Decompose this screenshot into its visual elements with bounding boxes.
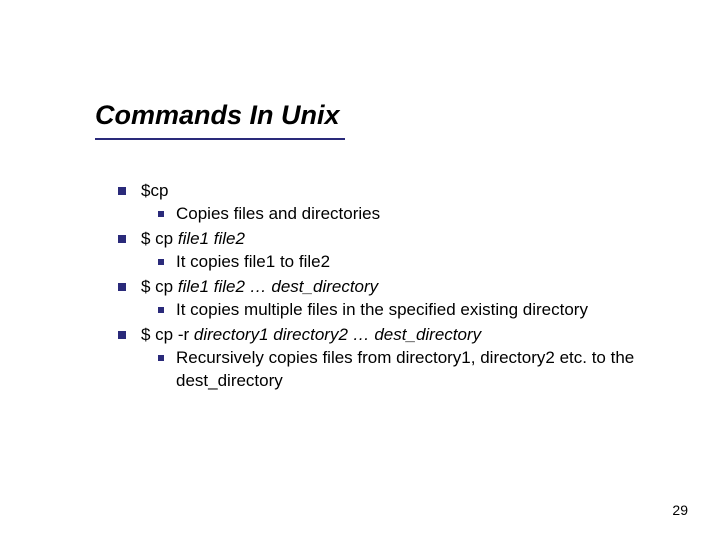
square-bullet-icon	[158, 211, 164, 217]
slide-title: Commands In Unix	[95, 100, 340, 131]
item-heading: $ cp file1 file2	[141, 228, 680, 251]
heading-part: $ cp	[141, 277, 178, 296]
square-bullet-icon	[118, 331, 126, 339]
item-heading: $ cp -r directory1 directory2 … dest_dir…	[141, 324, 680, 347]
square-bullet-icon	[158, 355, 164, 361]
list-item: $ cp file1 file2 … dest_directory It cop…	[118, 276, 680, 322]
list-item: $ cp file1 file2 It copies file1 to file…	[118, 228, 680, 274]
sub-item: It copies file1 to file2	[158, 251, 680, 274]
title-underline	[95, 138, 345, 140]
heading-part: $ cp -r	[141, 325, 194, 344]
heading-part: file1 file2	[178, 229, 245, 248]
item-heading: $cp	[141, 180, 680, 203]
sub-item: Recursively copies files from directory1…	[158, 347, 680, 393]
sub-text: It copies file1 to file2	[176, 251, 680, 274]
square-bullet-icon	[158, 307, 164, 313]
sub-text: It copies multiple files in the specifie…	[176, 299, 680, 322]
sub-text: Copies files and directories	[176, 203, 680, 226]
square-bullet-icon	[118, 283, 126, 291]
item-heading: $ cp file1 file2 … dest_directory	[141, 276, 680, 299]
sub-item: Copies files and directories	[158, 203, 680, 226]
heading-part: $ cp	[141, 229, 178, 248]
list-item: $ cp -r directory1 directory2 … dest_dir…	[118, 324, 680, 393]
slide: Commands In Unix $cp Copies files and di…	[0, 0, 720, 540]
square-bullet-icon	[118, 187, 126, 195]
sub-item: It copies multiple files in the specifie…	[158, 299, 680, 322]
heading-part: directory1 directory2 … dest_directory	[194, 325, 481, 344]
sub-text: Recursively copies files from directory1…	[176, 347, 680, 393]
slide-content: $cp Copies files and directories $ cp fi…	[118, 180, 680, 394]
heading-part: $cp	[141, 181, 168, 200]
list-item: $cp Copies files and directories	[118, 180, 680, 226]
square-bullet-icon	[158, 259, 164, 265]
page-number: 29	[672, 502, 688, 518]
square-bullet-icon	[118, 235, 126, 243]
heading-part: file1 file2 … dest_directory	[178, 277, 378, 296]
